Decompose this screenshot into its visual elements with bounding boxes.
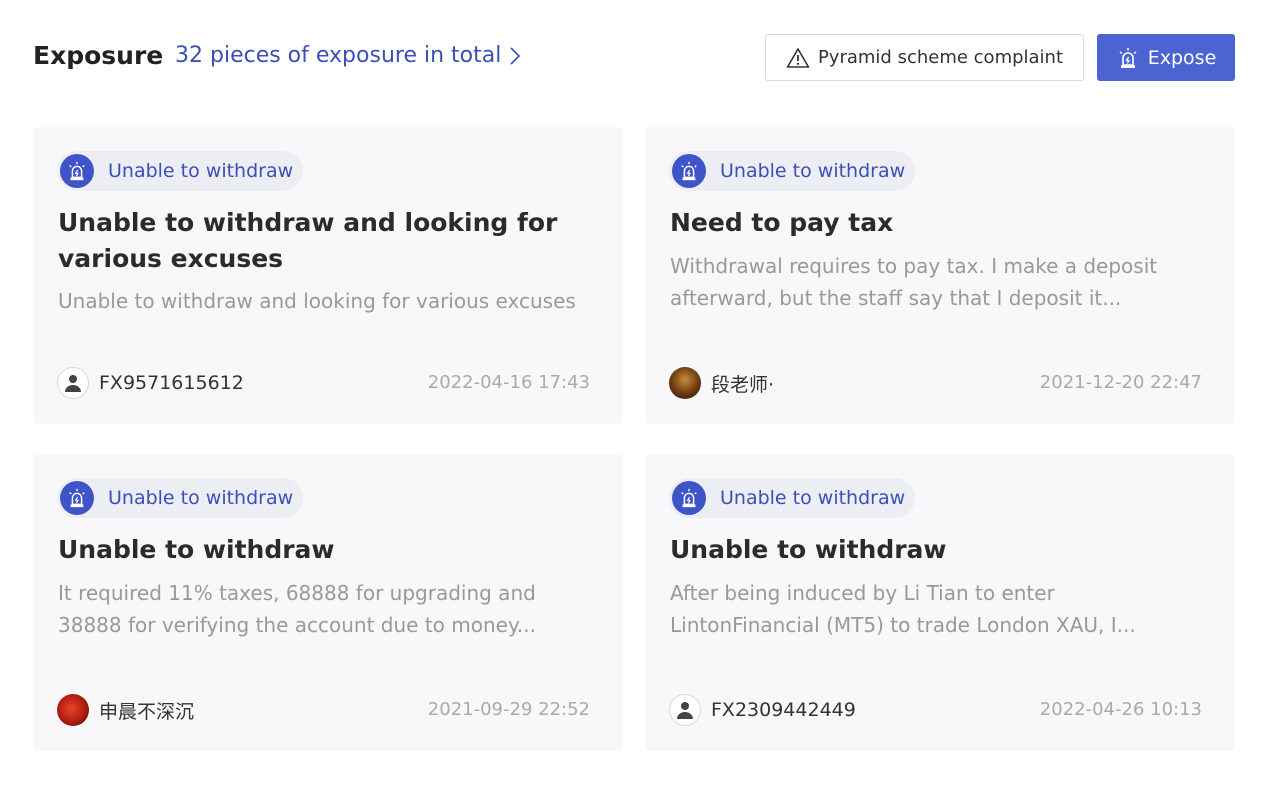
chevron-right-icon (510, 46, 521, 65)
total-exposure-link[interactable]: 32 pieces of exposure in total (175, 43, 521, 68)
expose-button[interactable]: Expose (1097, 34, 1235, 81)
alarm-icon (60, 481, 94, 515)
author-name: 段老师· (711, 373, 775, 396)
card-author: FX9571615612 (57, 367, 244, 399)
author-name: 申晨不深沉 (99, 700, 195, 723)
alarm-icon (672, 154, 706, 188)
total-exposure-label: 32 pieces of exposure in total (175, 43, 502, 68)
alarm-icon (672, 481, 706, 515)
default-user-icon (669, 694, 701, 726)
card-description: Withdrawal requires to pay tax. I make a… (670, 254, 1158, 310)
expose-button-label: Expose (1147, 46, 1217, 69)
exposure-card[interactable]: Unable to withdraw Unable to withdraw an… (33, 127, 623, 424)
card-title: Unable to withdraw (58, 535, 335, 564)
card-date: 2022-04-26 10:13 (1039, 699, 1202, 720)
card-description: After being induced by Li Tian to enter … (670, 581, 1136, 637)
category-tag-label: Unable to withdraw (108, 160, 294, 182)
alarm-icon (60, 154, 94, 188)
default-user-icon (57, 367, 89, 399)
card-author: FX2309442449 (669, 694, 856, 726)
author-name: FX9571615612 (99, 372, 244, 394)
exposure-card[interactable]: Unable to withdraw Unable to withdraw It… (33, 454, 623, 751)
page-title: Exposure (33, 41, 164, 70)
category-tag: Unable to withdraw (57, 478, 304, 518)
category-tag-label: Unable to withdraw (108, 487, 294, 509)
card-date: 2021-09-29 22:52 (427, 699, 590, 720)
exposure-card[interactable]: Unable to withdraw Need to pay tax Withd… (645, 127, 1235, 424)
card-description: It required 11% taxes, 68888 for upgradi… (58, 581, 537, 637)
category-tag: Unable to withdraw (669, 151, 916, 191)
card-author: 段老师· (669, 367, 774, 399)
category-tag: Unable to withdraw (57, 151, 304, 191)
category-tag-label: Unable to withdraw (720, 487, 906, 509)
category-tag: Unable to withdraw (669, 478, 916, 518)
user-avatar (57, 694, 89, 726)
card-title: Unable to withdraw and looking for vario… (58, 208, 558, 273)
pyramid-scheme-complaint-button[interactable]: Pyramid scheme complaint (765, 34, 1084, 81)
card-title: Unable to withdraw (670, 535, 947, 564)
exposure-card[interactable]: Unable to withdraw Unable to withdraw Af… (645, 454, 1235, 751)
card-title: Need to pay tax (670, 208, 894, 237)
card-description: Unable to withdraw and looking for vario… (58, 289, 576, 313)
warning-icon (786, 47, 810, 68)
category-tag-label: Unable to withdraw (720, 160, 906, 182)
card-author: 申晨不深沉 (57, 694, 194, 726)
card-date: 2022-04-16 17:43 (427, 372, 590, 393)
user-avatar (669, 367, 701, 399)
card-date: 2021-12-20 22:47 (1039, 372, 1202, 393)
alarm-icon (1119, 47, 1137, 68)
complaint-button-label: Pyramid scheme complaint (817, 47, 1064, 68)
exposure-header: Exposure 32 pieces of exposure in total … (0, 0, 1268, 120)
author-name: FX2309442449 (711, 699, 856, 721)
